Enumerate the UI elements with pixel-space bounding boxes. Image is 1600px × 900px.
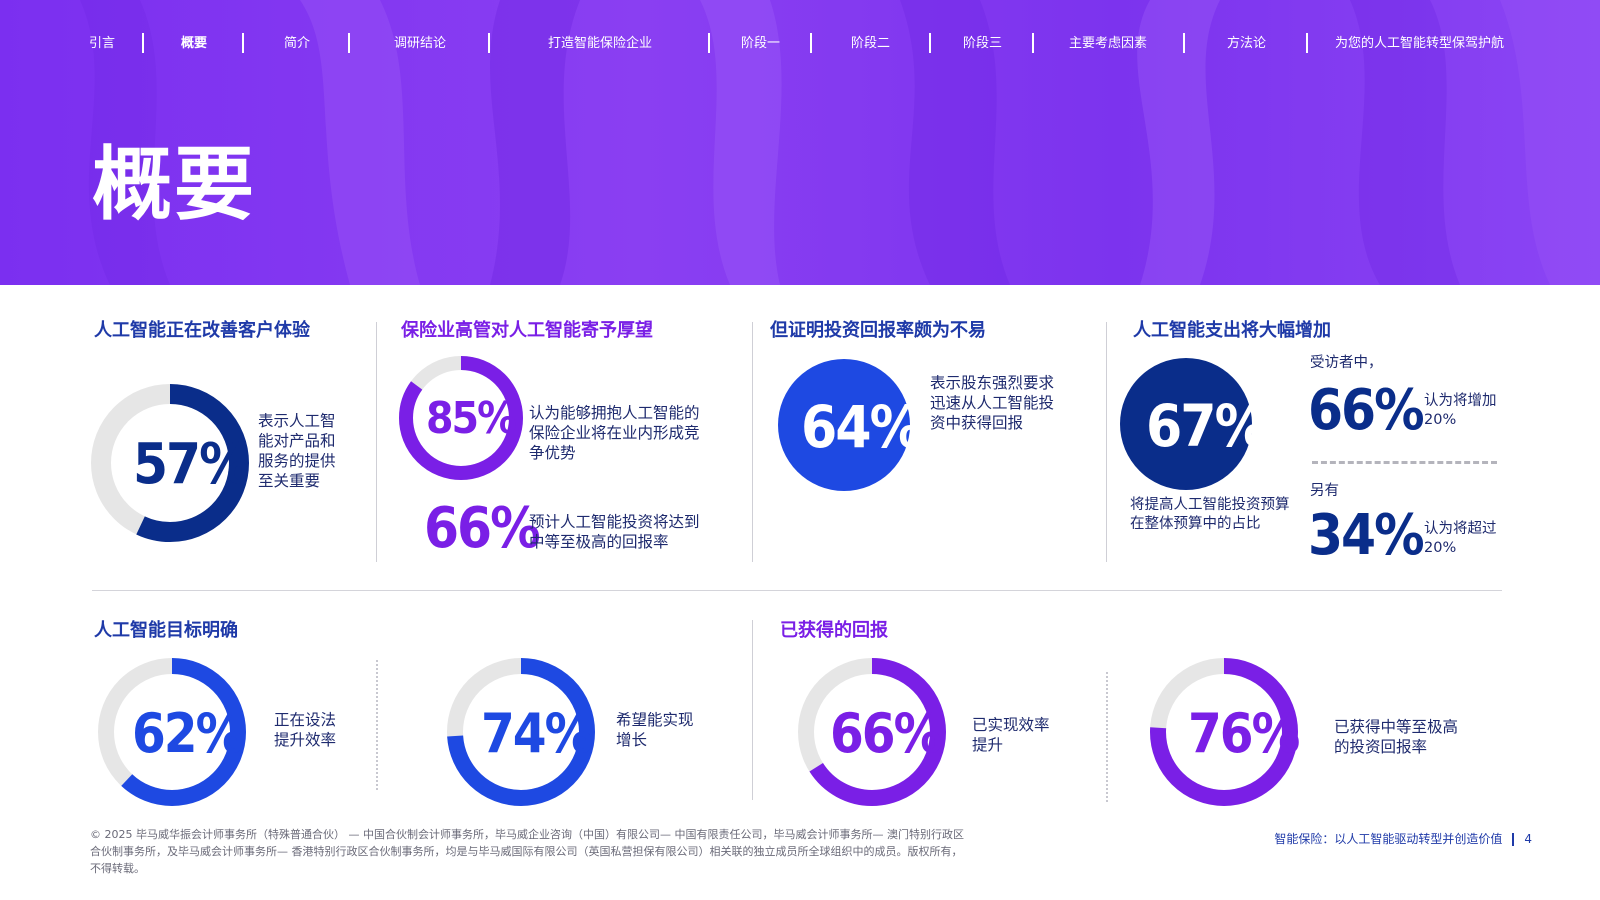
stat-64: 64%: [801, 393, 922, 461]
stat-74-desc: 希望能实现增长: [616, 711, 694, 749]
nav-separator: [348, 33, 350, 53]
nav-separator: [242, 33, 244, 53]
stat-76: 76%: [1188, 702, 1300, 765]
divider: [752, 322, 753, 562]
section-title-customer-experience: 人工智能正在改善客户体验: [94, 320, 310, 341]
document-title: 智能保险：以人工智能驱动转型并创造价值: [1274, 832, 1503, 846]
nav-item-brief[interactable]: 简介: [284, 32, 310, 51]
stat-66-increase-desc: 认为将增加20%: [1424, 393, 1497, 428]
nav-item-findings[interactable]: 调研结论: [394, 32, 446, 51]
stat-66-efficiency-desc: 已实现效率提升: [972, 716, 1050, 754]
divider: [1106, 322, 1107, 562]
nav-separator: [1306, 33, 1308, 53]
also-label: 另有: [1310, 483, 1339, 499]
section-title-clear-goals: 人工智能目标明确: [94, 620, 238, 641]
dotted-divider: [1106, 672, 1108, 802]
dashed-divider: [1312, 461, 1497, 464]
stat-34-desc: 认为将超过20%: [1424, 521, 1497, 556]
nav-item-phase-2[interactable]: 阶段二: [851, 32, 890, 51]
stat-85-desc: 认为能够拥抱人工智能的保险企业将在业内形成竞争优势: [529, 404, 700, 462]
stat-66-increase: 66%: [1308, 378, 1425, 443]
stat-76-desc: 已获得中等至极高的投资回报率: [1334, 718, 1459, 756]
page-title: 概要: [92, 138, 256, 231]
nav-item-intro[interactable]: 引言: [89, 32, 115, 51]
nav-separator: [488, 33, 490, 53]
divider: [752, 620, 753, 800]
page-footer: 智能保险：以人工智能驱动转型并创造价值 4: [1274, 830, 1532, 847]
hero-banner: 引言 概要 简介 调研结论 打造智能保险企业 阶段一 阶段二 阶段三 主要考虑因…: [0, 0, 1600, 285]
section-title-roi: 但证明投资回报率颇为不易: [770, 320, 986, 341]
nav-separator: [1183, 33, 1185, 53]
dotted-divider: [376, 660, 378, 790]
stat-57: 57%: [133, 432, 250, 497]
section-title-ai-spend: 人工智能支出将大幅增加: [1133, 320, 1331, 341]
nav-item-overview[interactable]: 概要: [181, 32, 207, 51]
respondents-label: 受访者中，: [1310, 355, 1383, 371]
nav-item-ai-transformation[interactable]: 为您的人工智能转型保驾护航: [1335, 32, 1504, 51]
row-divider: [92, 590, 1502, 591]
nav-item-methodology[interactable]: 方法论: [1227, 32, 1266, 51]
stat-64-desc: 表示股东强烈要求迅速从人工智能投资中获得回报: [930, 374, 1055, 432]
stat-67-desc: 将提高人工智能投资预算在整体预算中的占比: [1130, 497, 1290, 532]
nav-item-phase-3[interactable]: 阶段三: [963, 32, 1002, 51]
nav-separator: [929, 33, 931, 53]
stat-62-desc: 正在设法提升效率: [274, 711, 337, 749]
stat-66-efficiency: 66%: [830, 702, 942, 765]
nav-separator: [142, 33, 144, 53]
nav-separator: [810, 33, 812, 53]
stat-62: 62%: [132, 702, 244, 765]
stat-34: 34%: [1308, 503, 1425, 568]
divider: [376, 322, 377, 562]
footer-separator: [1512, 833, 1515, 846]
stat-66-return: 66%: [424, 496, 541, 561]
section-title-exec-expectations: 保险业高管对人工智能寄予厚望: [401, 320, 653, 341]
stat-74: 74%: [481, 702, 593, 765]
nav-item-key-considerations[interactable]: 主要考虑因素: [1069, 32, 1147, 51]
legal-footer: © 2025 毕马威华振会计师事务所（特殊普通合伙） — 中国合伙制会计师事务所…: [90, 828, 964, 875]
nav-separator: [708, 33, 710, 53]
stat-67: 67%: [1146, 392, 1267, 460]
stat-57-desc: 表示人工智能对产品和服务的提供至关重要: [258, 412, 336, 490]
top-navigation: 引言 概要 简介 调研结论 打造智能保险企业 阶段一 阶段二 阶段三 主要考虑因…: [0, 28, 1600, 58]
nav-item-build-smart-insurer[interactable]: 打造智能保险企业: [548, 32, 652, 51]
nav-separator: [1032, 33, 1034, 53]
section-title-realized-returns: 已获得的回报: [780, 620, 888, 641]
nav-item-phase-1[interactable]: 阶段一: [741, 32, 780, 51]
stat-66-return-desc: 预计人工智能投资将达到中等至极高的回报率: [529, 513, 700, 551]
page-number: 4: [1524, 832, 1532, 846]
stat-85: 85%: [426, 393, 517, 444]
